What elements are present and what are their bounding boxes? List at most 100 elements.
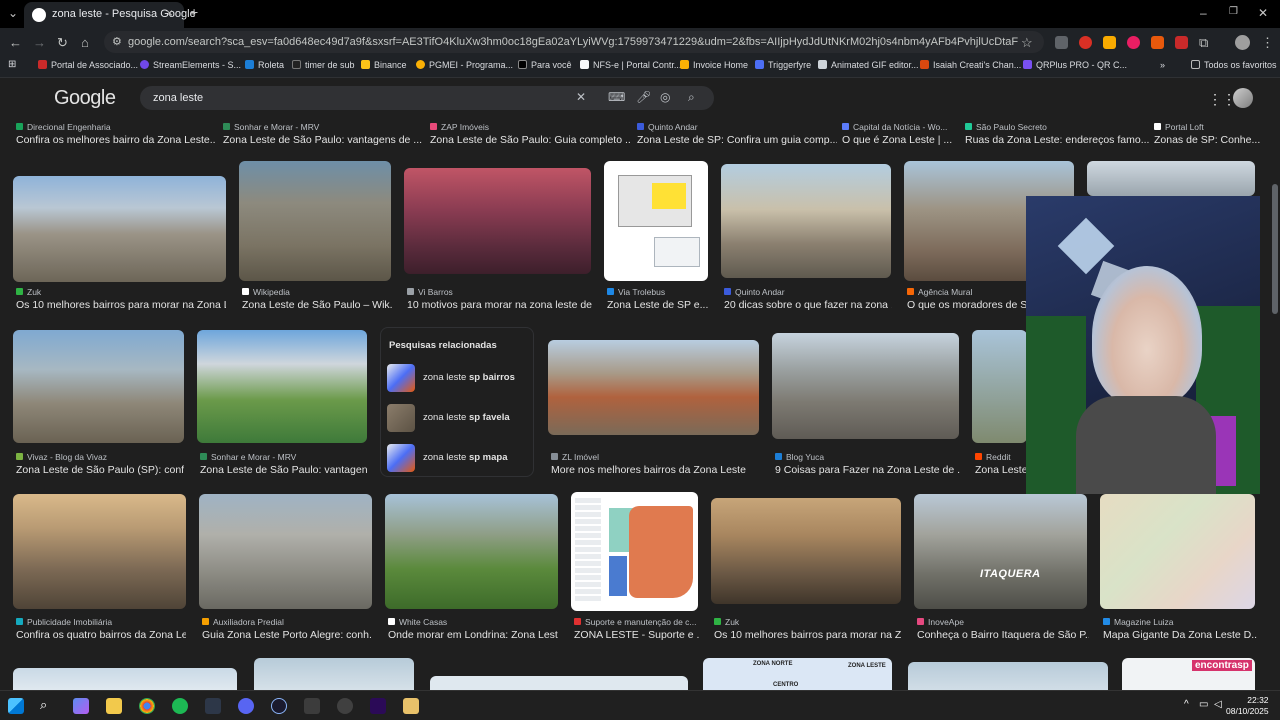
related-search-item[interactable]: zona leste sp bairros <box>387 364 527 394</box>
bookmark-item[interactable]: Portal de Associado... <box>38 60 138 70</box>
result-caption[interactable]: O que os moradores de São <box>907 299 1027 311</box>
result-image-green-aerial[interactable] <box>385 494 558 609</box>
result-image-aerial-city[interactable] <box>239 161 391 281</box>
scrollbar-thumb[interactable] <box>1272 184 1278 314</box>
home-icon[interactable]: ⌂ <box>81 35 89 50</box>
apps-grid-icon[interactable]: ⊞ <box>8 59 16 70</box>
result-caption[interactable]: Ruas da Zona Leste: endereços famo... <box>965 134 1150 146</box>
result-image-encontrasp[interactable]: encontrasp <box>1122 658 1255 690</box>
result-source[interactable]: ZL Imóvel <box>551 452 761 462</box>
tab-search-icon[interactable]: ⌄ <box>8 6 18 20</box>
search-box[interactable]: zona leste ✕ ⌨ 🎤︎ ◎ ⌕ <box>140 86 714 110</box>
result-caption[interactable]: Conheça o Bairro Itaquera de São P... <box>917 629 1089 641</box>
result-source[interactable]: Blog Yuca <box>775 452 960 462</box>
result-source[interactable]: Magazine Luiza <box>1103 617 1258 627</box>
result-source[interactable]: Zuk <box>16 287 226 297</box>
result-caption[interactable]: 10 motivos para morar na zona leste de .… <box>407 299 592 311</box>
file-explorer-icon[interactable] <box>106 698 122 714</box>
result-caption[interactable]: Confira os quatro bairros da Zona Le... <box>16 629 186 641</box>
bookmark-item[interactable]: NFS-e | Portal Contr... <box>580 60 681 70</box>
result-caption[interactable]: Zona Leste <box>975 464 1027 476</box>
result-source[interactable]: InoveApe <box>917 617 1089 627</box>
copilot-icon[interactable] <box>73 698 89 714</box>
result-caption[interactable]: 9 Coisas para Fazer na Zona Leste de ... <box>775 464 960 476</box>
page-scrollbar[interactable] <box>1270 116 1280 690</box>
bookmark-item[interactable]: Para você <box>518 60 572 70</box>
discord-icon[interactable] <box>238 698 254 714</box>
tab-active[interactable]: zona leste - Pesquisa Google × <box>24 2 196 28</box>
result-image-itaquera[interactable]: ITAQUERA <box>914 494 1087 609</box>
result-source[interactable]: White Casas <box>388 617 558 627</box>
bookmarks-overflow-button[interactable]: » <box>1160 60 1165 70</box>
google-account-avatar[interactable] <box>1233 88 1253 108</box>
result-caption[interactable]: 20 dicas sobre o que fazer na zona ... <box>724 299 892 311</box>
result-caption[interactable]: Mapa Gigante Da Zona Leste D... <box>1103 629 1258 641</box>
spotify-icon[interactable] <box>172 698 188 714</box>
bookmark-item[interactable]: Animated GIF editor... <box>818 60 919 70</box>
result-image-avenue[interactable] <box>721 164 891 278</box>
result-image-street-map[interactable] <box>1100 494 1255 609</box>
result-image-sunset-city[interactable] <box>404 168 591 274</box>
new-tab-button[interactable]: + <box>190 4 198 20</box>
back-icon[interactable]: ← <box>9 35 22 50</box>
result-image-bairros-map[interactable] <box>571 492 698 611</box>
bookmark-item[interactable]: Binance <box>361 60 407 70</box>
result-image-partial[interactable] <box>13 668 237 690</box>
result-source[interactable]: Via Trolebus <box>607 287 712 297</box>
related-search-item[interactable]: zona leste sp favela <box>387 404 527 434</box>
result-image-skyline-tall[interactable] <box>13 330 184 443</box>
result-source[interactable]: Zuk <box>714 617 902 627</box>
result-image-rooftops[interactable] <box>548 340 759 435</box>
google-logo[interactable]: Google <box>54 87 116 110</box>
result-image-partial[interactable] <box>908 662 1108 690</box>
result-image-sp-map[interactable] <box>604 161 708 281</box>
result-image-dense-buildings[interactable] <box>199 494 372 609</box>
result-source[interactable]: Vi Barros <box>407 287 592 297</box>
extension-icon[interactable] <box>1175 36 1188 49</box>
result-caption[interactable]: Zona Leste de SP e... <box>607 299 712 311</box>
result-caption[interactable]: Os 10 melhores bairros para morar na Z..… <box>714 629 902 641</box>
result-image-partial[interactable] <box>254 658 414 690</box>
result-source[interactable]: Quinto Andar <box>724 287 892 297</box>
result-image-golden-skyline[interactable] <box>13 494 186 609</box>
lens-icon[interactable]: ◎ <box>660 90 670 104</box>
result-source[interactable]: Publicidade Imobiliária <box>16 617 186 627</box>
minimize-icon[interactable]: – <box>1200 6 1207 20</box>
terminal-icon[interactable] <box>205 698 221 714</box>
forward-icon[interactable]: → <box>33 35 46 50</box>
extension-icon[interactable] <box>1055 36 1068 49</box>
extension-icon[interactable] <box>1079 36 1092 49</box>
result-caption[interactable]: Zona Leste de São Paulo: vantagen... <box>200 464 368 476</box>
tab-close-icon[interactable]: × <box>166 6 173 20</box>
result-source[interactable]: Portal Loft <box>1154 122 1264 132</box>
bookmark-item[interactable]: timer de sub <box>292 60 355 70</box>
bookmark-item[interactable]: Triggerfyre <box>755 60 811 70</box>
related-search-item[interactable]: zona leste sp mapa <box>387 444 527 474</box>
result-caption[interactable]: Zona Leste de São Paulo: Guia completo .… <box>430 134 630 146</box>
premiere-icon[interactable] <box>370 698 386 714</box>
result-caption[interactable]: Zona Leste de São Paulo – Wik... <box>242 299 392 311</box>
result-image-park[interactable] <box>197 330 367 443</box>
window-close-icon[interactable]: ✕ <box>1258 6 1268 20</box>
extension-icon[interactable] <box>1103 36 1116 49</box>
network-icon[interactable]: ▭ <box>1199 699 1208 710</box>
result-source[interactable]: Sonhar e Morar - MRV <box>200 452 368 462</box>
result-source[interactable]: Wikipedia <box>242 287 392 297</box>
result-caption[interactable]: Zonas de SP: Conhe... <box>1154 134 1264 146</box>
result-image-buildings[interactable] <box>1087 161 1255 196</box>
bookmark-item[interactable]: StreamElements - S... <box>140 60 241 70</box>
app-icon[interactable] <box>304 698 320 714</box>
volume-icon[interactable]: ◁ <box>1214 699 1222 710</box>
address-bar[interactable]: ⚙ google.com/search?sca_esv=fa0d648ec49d… <box>104 31 1044 53</box>
keyboard-icon[interactable]: ⌨ <box>608 90 625 104</box>
reload-icon[interactable]: ↻ <box>57 35 68 51</box>
result-caption[interactable]: More nos melhores bairros da Zona Leste <box>551 464 761 476</box>
result-caption[interactable]: Guia Zona Leste Porto Alegre: conh... <box>202 629 372 641</box>
obs-icon[interactable] <box>271 698 287 714</box>
result-source[interactable]: Capital da Notícia - Wo... <box>842 122 962 132</box>
result-caption[interactable]: Zona Leste de São Paulo (SP): conf... <box>16 464 184 476</box>
result-caption[interactable]: O que é Zona Leste | ... <box>842 134 962 146</box>
search-icon[interactable]: ⌕ <box>688 90 695 105</box>
extensions-puzzle-icon[interactable]: ⧉ <box>1199 35 1208 51</box>
result-image-reddit[interactable] <box>972 330 1027 443</box>
